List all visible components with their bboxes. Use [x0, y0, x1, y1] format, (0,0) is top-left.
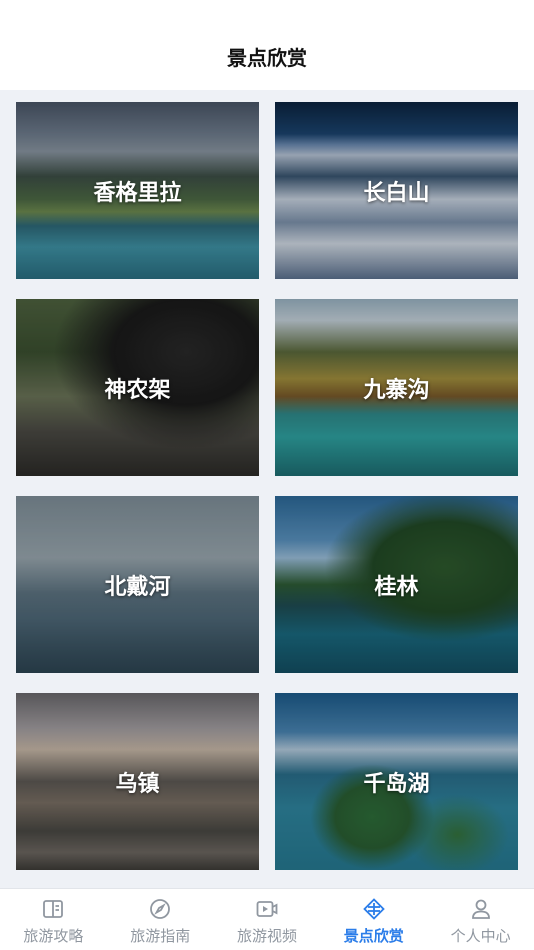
tab-label: 旅游指南 — [130, 927, 191, 945]
tab-label: 个人中心 — [450, 927, 511, 945]
user-icon — [471, 899, 490, 919]
scenic-card-beidaihe[interactable]: 北戴河 — [16, 496, 259, 673]
tab-scenic-spots[interactable]: 景点欣赏 — [320, 889, 427, 950]
scenic-card-jiuzhaigou[interactable]: 九寨沟 — [275, 299, 518, 476]
scenic-card-shennongjia[interactable]: 神农架 — [16, 299, 259, 476]
compass-icon — [150, 899, 171, 919]
tab-travel-video[interactable]: 旅游视频 — [214, 889, 321, 950]
scenic-card-label: 乌镇 — [115, 771, 160, 797]
scenic-card-label: 香格里拉 — [93, 180, 182, 206]
app-header: 景点欣赏 — [0, 0, 534, 90]
scenic-card-label: 长白山 — [363, 180, 430, 206]
scenic-card-changbaishan[interactable]: 长白山 — [275, 102, 518, 279]
tab-travel-handbook[interactable]: 旅游指南 — [107, 889, 214, 950]
bottom-tab-bar: 旅游攻略 旅游指南 旅游视频 景点欣赏 个人中心 — [0, 888, 534, 950]
video-icon — [256, 901, 278, 917]
scenic-card-guilin[interactable]: 桂林 — [275, 496, 518, 673]
scenic-card-qiandaohu[interactable]: 千岛湖 — [275, 693, 518, 870]
tab-label: 景点欣赏 — [343, 927, 404, 945]
scenic-card-label: 北戴河 — [104, 574, 171, 600]
scenic-card-label: 桂林 — [374, 574, 419, 600]
tab-label: 旅游视频 — [236, 927, 297, 945]
page-title: 景点欣赏 — [227, 46, 307, 70]
tab-personal-center[interactable]: 个人中心 — [427, 889, 534, 950]
scenic-card-wuzhen[interactable]: 乌镇 — [16, 693, 259, 870]
scenic-icon — [363, 898, 385, 920]
scenic-card-label: 九寨沟 — [363, 377, 430, 403]
tab-travel-guide[interactable]: 旅游攻略 — [0, 889, 107, 950]
scenic-card-label: 千岛湖 — [363, 771, 430, 797]
guide-book-icon — [43, 900, 64, 918]
scenic-card-shangrila[interactable]: 香格里拉 — [16, 102, 259, 279]
scenic-card-label: 神农架 — [104, 377, 171, 403]
tab-label: 旅游攻略 — [23, 927, 84, 945]
